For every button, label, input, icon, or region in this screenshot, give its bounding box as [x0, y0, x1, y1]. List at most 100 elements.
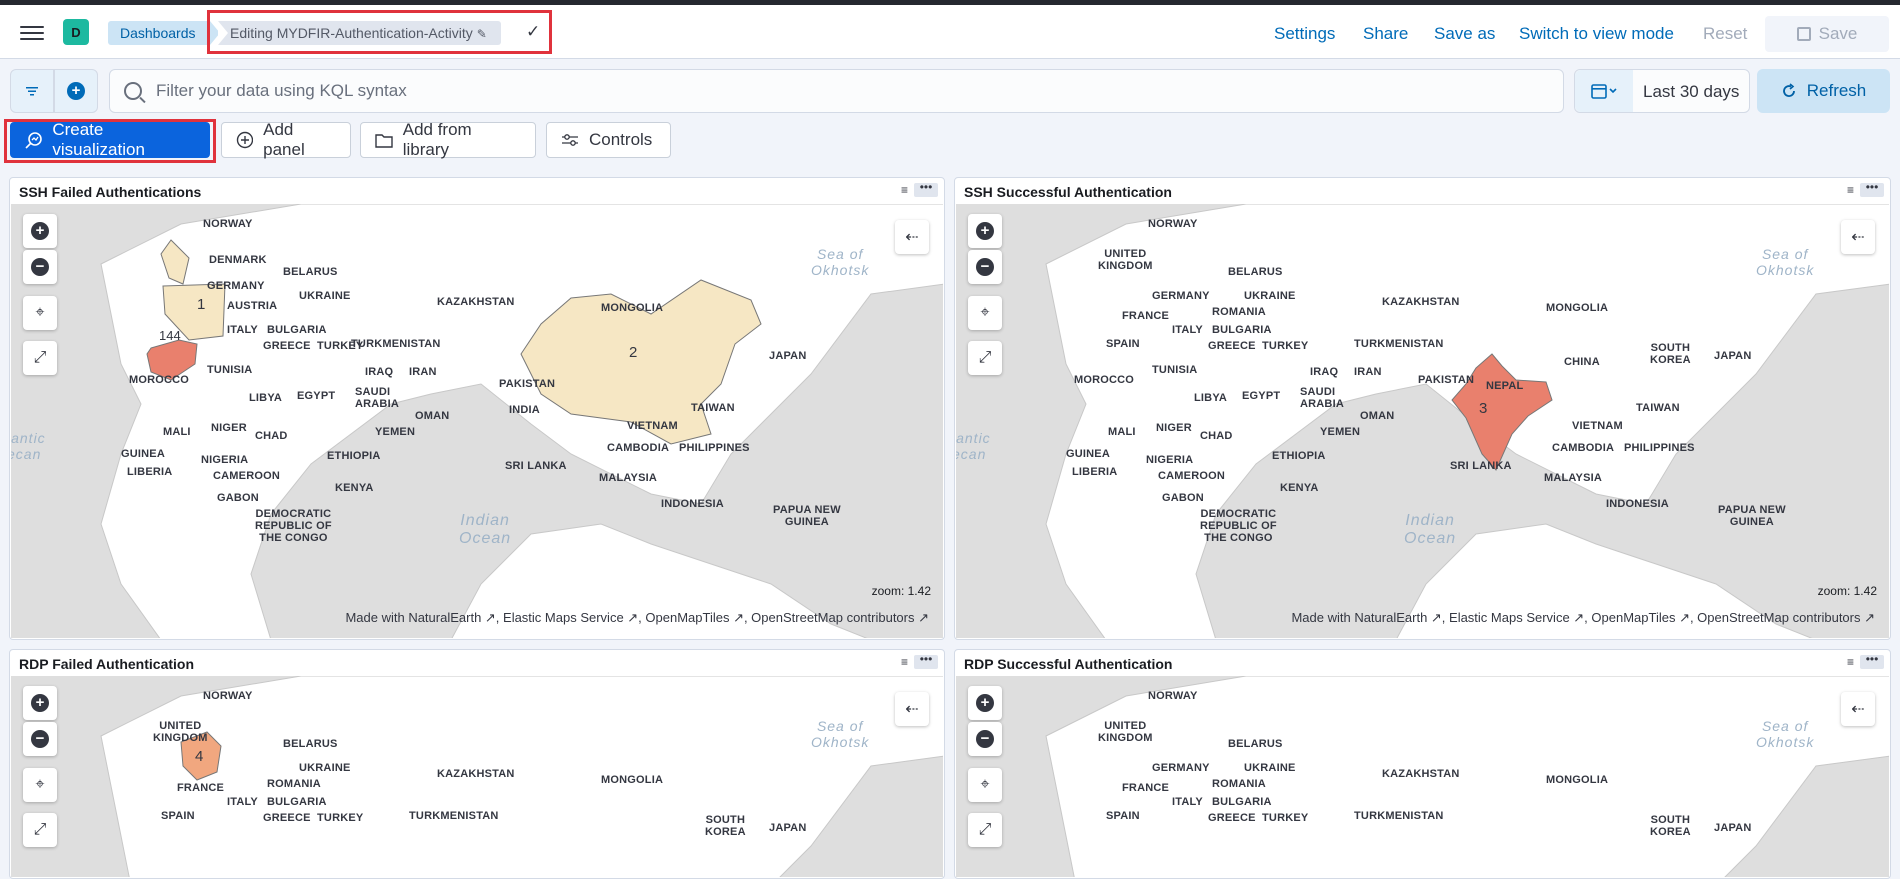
folder-icon: [375, 134, 393, 148]
map-label: MALAYSIA: [1544, 472, 1603, 484]
map-label: SPAIN: [1106, 338, 1140, 350]
locate-button[interactable]: ⌖: [23, 768, 57, 802]
map-label: UNITED KINGDOM: [1098, 720, 1153, 744]
create-visualization-button[interactable]: Create visualization: [10, 120, 210, 159]
fullscreen-icon: ⤢: [33, 349, 47, 366]
add-filter-button[interactable]: +: [54, 69, 98, 113]
map-label: UNITED KINGDOM: [1098, 248, 1153, 272]
map-label: AUSTRIA: [227, 300, 278, 312]
fullscreen-button[interactable]: ⤢: [23, 813, 57, 847]
map-attribution[interactable]: Made with NaturalEarth ↗, Elastic Maps S…: [345, 610, 929, 626]
add-panel-button[interactable]: Add panel: [221, 120, 351, 159]
panel-rdp-failed: RDP Failed Authentication ≡ ••• 4 NORWAY…: [9, 649, 945, 879]
zoom-out-button[interactable]: −: [968, 722, 1002, 756]
add-from-library-label: Add from library: [402, 120, 472, 159]
create-visualization-label: Create visualization: [52, 120, 145, 159]
breadcrumb-current[interactable]: Editing MYDFIR-Authentication-Activity ✎: [218, 21, 501, 45]
settings-link[interactable]: Settings: [1274, 24, 1335, 44]
map-label: ROMANIA: [267, 778, 321, 790]
controls-button[interactable]: Controls: [546, 122, 671, 158]
locate-button[interactable]: ⌖: [968, 768, 1002, 802]
map-label: UKRAINE: [1244, 762, 1296, 774]
panel-menu-icon[interactable]: •••: [1860, 653, 1884, 669]
map-label: MOROCCO: [129, 374, 190, 386]
panel-filter-icon[interactable]: ≡: [1847, 183, 1854, 197]
ocean-label: lantic ecan: [11, 430, 46, 462]
layers-button[interactable]: ⇠: [1841, 692, 1875, 726]
zoom-out-button[interactable]: −: [23, 722, 57, 756]
map-label: KAZAKHSTAN: [1382, 768, 1460, 780]
fullscreen-button[interactable]: ⤢: [968, 341, 1002, 375]
region-value-germany: 4: [195, 748, 204, 765]
add-from-library-button[interactable]: Add from library: [360, 120, 536, 159]
switch-view-mode-link[interactable]: Switch to view mode: [1519, 24, 1674, 44]
plus-icon: +: [67, 82, 85, 100]
map-label: IRAN: [409, 366, 437, 378]
map-canvas[interactable]: 1 144 2 NORWAY DENMARK BELARUS GERMANY U…: [11, 204, 943, 638]
zoom-out-button[interactable]: −: [968, 250, 1002, 284]
map-label: MONGOLIA: [1546, 302, 1609, 314]
panel-menu-icon[interactable]: •••: [914, 653, 938, 669]
reset-link[interactable]: Reset: [1703, 24, 1747, 44]
space-avatar[interactable]: D: [63, 19, 89, 45]
refresh-button[interactable]: Refresh: [1757, 69, 1890, 113]
date-picker: Last 30 days: [1574, 69, 1750, 113]
map-label: GABON: [1162, 492, 1204, 504]
panel-actions: ≡ •••: [1847, 653, 1884, 669]
share-link[interactable]: Share: [1363, 24, 1408, 44]
breadcrumb-dashboards[interactable]: Dashboards: [108, 21, 219, 45]
map-label: ITALY: [227, 796, 258, 808]
locate-button[interactable]: ⌖: [968, 296, 1002, 330]
filter-menu-button[interactable]: [10, 69, 54, 113]
map-label: SRI LANKA: [1450, 460, 1512, 472]
map-label: CHINA: [1564, 356, 1600, 368]
map-label: BELARUS: [283, 738, 338, 750]
zoom-in-button[interactable]: +: [968, 686, 1002, 720]
check-icon[interactable]: ✓: [526, 22, 540, 42]
map-label: TURKEY: [1262, 340, 1309, 352]
save-as-link[interactable]: Save as: [1434, 24, 1495, 44]
map-label: ROMANIA: [1212, 778, 1266, 790]
map-label: LIBERIA: [127, 466, 173, 478]
map-label: JAPAN: [1714, 350, 1752, 362]
map-label: SAUDI ARABIA: [355, 386, 399, 410]
zoom-in-button[interactable]: +: [23, 214, 57, 248]
menu-icon[interactable]: [20, 22, 44, 42]
panel-filter-icon[interactable]: ≡: [1847, 655, 1854, 669]
map-label: ETHIOPIA: [1272, 450, 1326, 462]
kql-search-input[interactable]: [156, 81, 1506, 101]
map-label: BULGARIA: [267, 324, 327, 336]
zoom-in-button[interactable]: +: [23, 686, 57, 720]
plus-circle-icon: [236, 131, 254, 149]
map-label: INDIA: [509, 404, 540, 416]
map-canvas[interactable]: 4 NORWAY UNITED KINGDOM BELARUS UKRAINE …: [11, 676, 943, 877]
locate-button[interactable]: ⌖: [23, 296, 57, 330]
pencil-icon: ✎: [476, 27, 487, 41]
map-label: UKRAINE: [299, 290, 351, 302]
fullscreen-button[interactable]: ⤢: [23, 341, 57, 375]
panel-menu-icon[interactable]: •••: [1860, 181, 1884, 197]
map-label: TURKEY: [1262, 812, 1309, 824]
map-label: CAMEROON: [1158, 470, 1225, 482]
map-canvas[interactable]: 3 NORWAY UNITED KINGDOM BELARUS GERMANY …: [956, 204, 1889, 638]
panel-filter-icon[interactable]: ≡: [901, 183, 908, 197]
zoom-out-button[interactable]: −: [23, 250, 57, 284]
layers-button[interactable]: ⇠: [895, 220, 929, 254]
map-label: OMAN: [1360, 410, 1395, 422]
zoom-in-button[interactable]: +: [968, 214, 1002, 248]
layers-button[interactable]: ⇠: [895, 692, 929, 726]
save-button[interactable]: Save: [1765, 16, 1889, 52]
fullscreen-button[interactable]: ⤢: [968, 813, 1002, 847]
calendar-icon[interactable]: [1575, 70, 1633, 112]
map-canvas[interactable]: NORWAY UNITED KINGDOM BELARUS GERMANY UK…: [956, 676, 1889, 877]
layers-button[interactable]: ⇠: [1841, 220, 1875, 254]
map-label: SOUTH KOREA: [1650, 342, 1691, 366]
panel-menu-icon[interactable]: •••: [914, 181, 938, 197]
map-label: MOROCCO: [1074, 374, 1135, 386]
map-attribution[interactable]: Made with NaturalEarth ↗, Elastic Maps S…: [1291, 610, 1875, 626]
map-label: ITALY: [1172, 324, 1203, 336]
date-range-label[interactable]: Last 30 days: [1643, 82, 1739, 102]
panel-filter-icon[interactable]: ≡: [901, 655, 908, 669]
locate-icon: ⌖: [980, 776, 990, 793]
map-label: SAUDI ARABIA: [1300, 386, 1344, 410]
